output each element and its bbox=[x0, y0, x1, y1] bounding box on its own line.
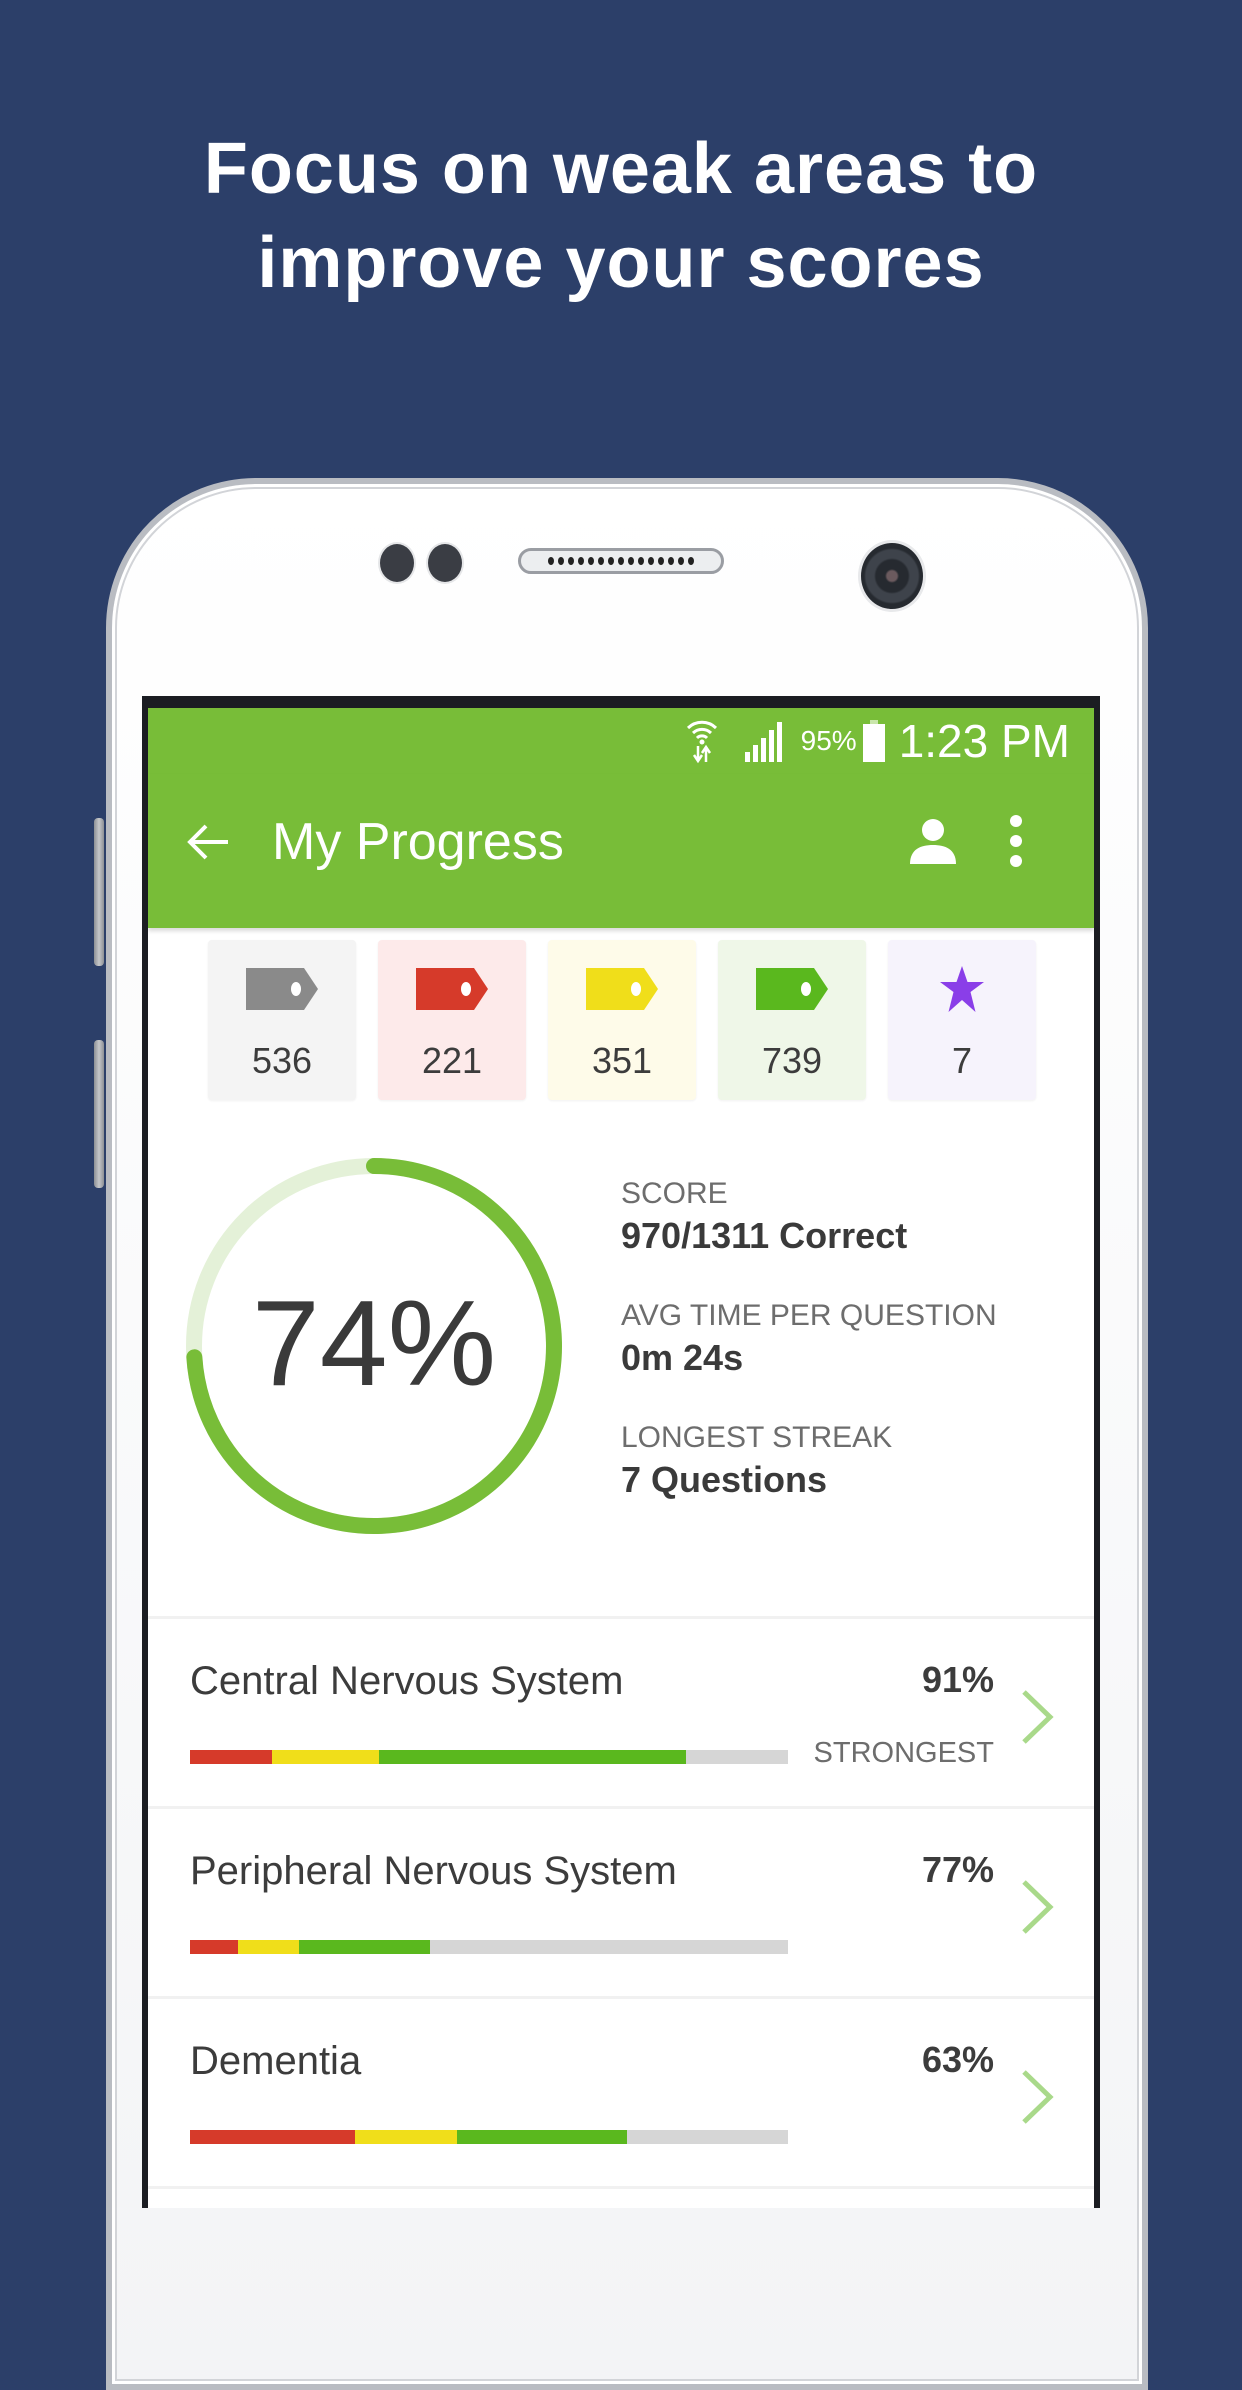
phone-earpiece-speaker bbox=[518, 548, 724, 574]
tag-icon bbox=[756, 968, 828, 1010]
bar-segment-correct bbox=[298, 1940, 430, 1954]
tag-count: 221 bbox=[421, 1040, 483, 1081]
stat-score: SCORE 970/1311 Correct bbox=[621, 1176, 997, 1260]
tag-filter-row: 536 221 351 739 7 bbox=[208, 940, 1036, 1100]
tag-count: 351 bbox=[591, 1040, 653, 1081]
stats-panel: SCORE 970/1311 Correct AVG TIME PER QUES… bbox=[621, 1176, 997, 1542]
tag-count: 739 bbox=[761, 1040, 823, 1081]
status-bar: 95% 1:23 PM bbox=[148, 708, 1094, 774]
stat-value: 0m 24s bbox=[621, 1337, 744, 1378]
tag-filter-unanswered[interactable]: 536 bbox=[208, 940, 356, 1100]
stat-longest-streak: LONGEST STREAK 7 Questions bbox=[621, 1420, 997, 1504]
bar-segment-partial bbox=[271, 1750, 379, 1764]
stat-label: AVG TIME PER QUESTION bbox=[621, 1299, 997, 1332]
tag-filter-partial[interactable]: 351 bbox=[548, 940, 696, 1100]
stat-value: 970/1311 Correct bbox=[621, 1215, 908, 1256]
app-bar: My Progress bbox=[148, 774, 1094, 928]
stat-label: SCORE bbox=[621, 1177, 728, 1210]
marketing-headline: Focus on weak areas to improve your scor… bbox=[0, 122, 1242, 310]
topic-progress-bar bbox=[190, 2130, 788, 2144]
topic-name: Central Nervous System bbox=[190, 1659, 624, 1703]
topic-row[interactable]: Central Nervous System 91% STRONGEST bbox=[148, 1619, 1094, 1809]
stat-label: LONGEST STREAK bbox=[621, 1421, 893, 1454]
topic-name: Dementia bbox=[190, 2039, 362, 2083]
tag-icon bbox=[246, 968, 318, 1010]
divider bbox=[148, 2186, 1094, 2189]
score-percent: 74% bbox=[251, 1275, 497, 1411]
chevron-right-icon[interactable] bbox=[1020, 1879, 1054, 1935]
bar-segment-partial bbox=[355, 2130, 458, 2144]
app-screen: 95% 1:23 PM My Progress 536 221 351 739 … bbox=[148, 708, 1094, 2208]
phone-front-camera bbox=[858, 540, 926, 612]
bar-segment-incorrect bbox=[190, 2130, 356, 2144]
chevron-right-icon[interactable] bbox=[1020, 1689, 1054, 1745]
bar-segment-incorrect bbox=[190, 1750, 272, 1764]
bar-segment-incorrect bbox=[190, 1940, 238, 1954]
phone-volume-up-button bbox=[94, 818, 104, 966]
tag-filter-incorrect[interactable]: 221 bbox=[378, 940, 526, 1100]
bar-segment-partial bbox=[237, 1940, 299, 1954]
topic-percent: 91% bbox=[921, 1659, 994, 1700]
battery-percent: 95% bbox=[800, 725, 857, 756]
topic-row[interactable]: Dementia 63% bbox=[148, 1999, 1094, 2189]
phone-sensor-2 bbox=[426, 542, 464, 584]
page-title: My Progress bbox=[272, 813, 564, 871]
topic-percent: 77% bbox=[921, 1849, 994, 1890]
topic-progress-bar bbox=[190, 1750, 788, 1764]
topic-badge: STRONGEST bbox=[813, 1737, 994, 1769]
topic-row[interactable]: Peripheral Nervous System 77% bbox=[148, 1809, 1094, 1999]
headline-line-1: Focus on weak areas to bbox=[203, 129, 1039, 209]
bar-segment-correct bbox=[457, 2130, 627, 2144]
arrow-left-icon[interactable] bbox=[184, 818, 232, 866]
tag-icon bbox=[416, 968, 488, 1010]
tag-count: 7 bbox=[951, 1040, 973, 1081]
topic-name: Peripheral Nervous System bbox=[190, 1849, 677, 1893]
stat-avg-time: AVG TIME PER QUESTION 0m 24s bbox=[621, 1298, 997, 1382]
phone-screen: 95% 1:23 PM My Progress 536 221 351 739 … bbox=[142, 696, 1100, 2208]
bar-segment-correct bbox=[378, 1750, 686, 1764]
topic-percent: 63% bbox=[921, 2039, 994, 2080]
stat-value: 7 Questions bbox=[621, 1459, 828, 1500]
battery-icon bbox=[862, 720, 885, 762]
tag-filter-correct[interactable]: 739 bbox=[718, 940, 866, 1100]
tag-icon bbox=[586, 968, 658, 1010]
clock: 1:23 PM bbox=[898, 715, 1070, 767]
person-icon[interactable] bbox=[908, 816, 958, 866]
headline-line-2: improve your scores bbox=[257, 223, 985, 303]
phone-volume-down-button bbox=[94, 1040, 104, 1188]
star-icon bbox=[940, 966, 984, 1012]
more-vert-icon[interactable] bbox=[1004, 814, 1028, 868]
chevron-right-icon[interactable] bbox=[1020, 2069, 1054, 2125]
tag-filter-starred[interactable]: 7 bbox=[888, 940, 1036, 1100]
phone-sensor-1 bbox=[378, 542, 416, 584]
tag-count: 536 bbox=[251, 1040, 313, 1081]
signal-icon bbox=[744, 722, 782, 762]
wifi-data-icon bbox=[686, 720, 717, 764]
topic-progress-bar bbox=[190, 1940, 788, 1954]
